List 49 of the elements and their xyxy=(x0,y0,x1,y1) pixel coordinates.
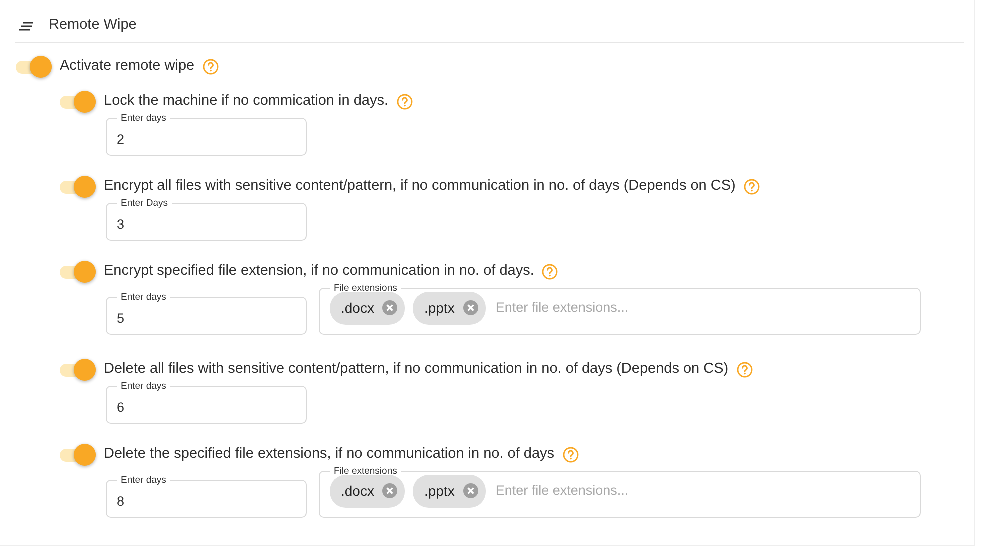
days-input[interactable]: 8 xyxy=(117,492,296,512)
option-label: Delete all files with sensitive content/pattern, if no communication in no. of days (Depends on CS) xyxy=(104,360,729,380)
field-label: Enter days xyxy=(120,114,168,124)
days-field[interactable]: Enter Days 3 xyxy=(106,199,307,241)
days-input[interactable]: 5 xyxy=(117,308,296,329)
help-icon[interactable] xyxy=(396,94,412,110)
lines-icon xyxy=(19,22,33,30)
field-label: File extensions xyxy=(333,284,398,294)
toggle-switch[interactable] xyxy=(60,175,96,199)
section-title: Remote Wipe xyxy=(49,16,137,36)
option-label: Activate remote wipe xyxy=(60,57,195,76)
field-label: Enter days xyxy=(120,476,168,486)
option-label: Encrypt all files with sensitive content/pattern, if no communication in no. of days (Depends on CS) xyxy=(104,177,736,196)
days-field[interactable]: Enter days 8 xyxy=(106,476,307,518)
extension-chip[interactable]: .docx xyxy=(330,474,406,508)
field-label: Enter days xyxy=(120,382,168,392)
help-icon[interactable] xyxy=(202,59,219,75)
extension-chip[interactable]: .docx xyxy=(330,292,406,324)
extensions-field[interactable]: File extensions .docx .pptx Enter file extensions... xyxy=(319,467,921,518)
field-label: File extensions xyxy=(333,467,398,476)
days-field[interactable]: Enter days 6 xyxy=(106,382,307,424)
option-label: Encrypt specified file extension, if no communication in no. of days. xyxy=(104,262,534,282)
field-label: Enter days xyxy=(120,293,168,302)
days-input[interactable]: 3 xyxy=(117,214,296,235)
toggle-switch[interactable] xyxy=(16,55,52,79)
toggle-switch[interactable] xyxy=(60,358,96,382)
days-input[interactable]: 6 xyxy=(117,398,296,418)
days-field[interactable]: Enter days 5 xyxy=(106,293,307,335)
remove-icon[interactable] xyxy=(382,300,398,316)
remove-icon[interactable] xyxy=(462,300,479,316)
days-input[interactable]: 2 xyxy=(117,130,296,150)
help-icon[interactable] xyxy=(562,447,579,463)
remove-icon[interactable] xyxy=(382,483,398,499)
remove-icon[interactable] xyxy=(462,483,479,499)
extension-chip[interactable]: .pptx xyxy=(413,292,486,324)
field-label: Enter Days xyxy=(120,199,169,208)
extensions-input[interactable]: Enter file extensions... xyxy=(496,480,910,502)
help-icon[interactable] xyxy=(736,362,753,378)
toggle-switch[interactable] xyxy=(60,260,96,284)
help-icon[interactable] xyxy=(542,264,558,280)
days-field[interactable]: Enter days 2 xyxy=(106,114,307,156)
option-label: Delete the specified file extensions, if no communication in no. of days xyxy=(104,445,555,464)
help-icon[interactable] xyxy=(744,179,760,195)
extensions-input[interactable]: Enter file extensions... xyxy=(496,298,910,318)
toggle-switch[interactable] xyxy=(60,443,96,467)
extensions-field[interactable]: File extensions .docx .pptx Enter file extensions... xyxy=(319,284,921,335)
option-label: Lock the machine if no commication in days. xyxy=(104,92,388,112)
extension-chip[interactable]: .pptx xyxy=(413,474,486,508)
toggle-switch[interactable] xyxy=(60,90,96,114)
